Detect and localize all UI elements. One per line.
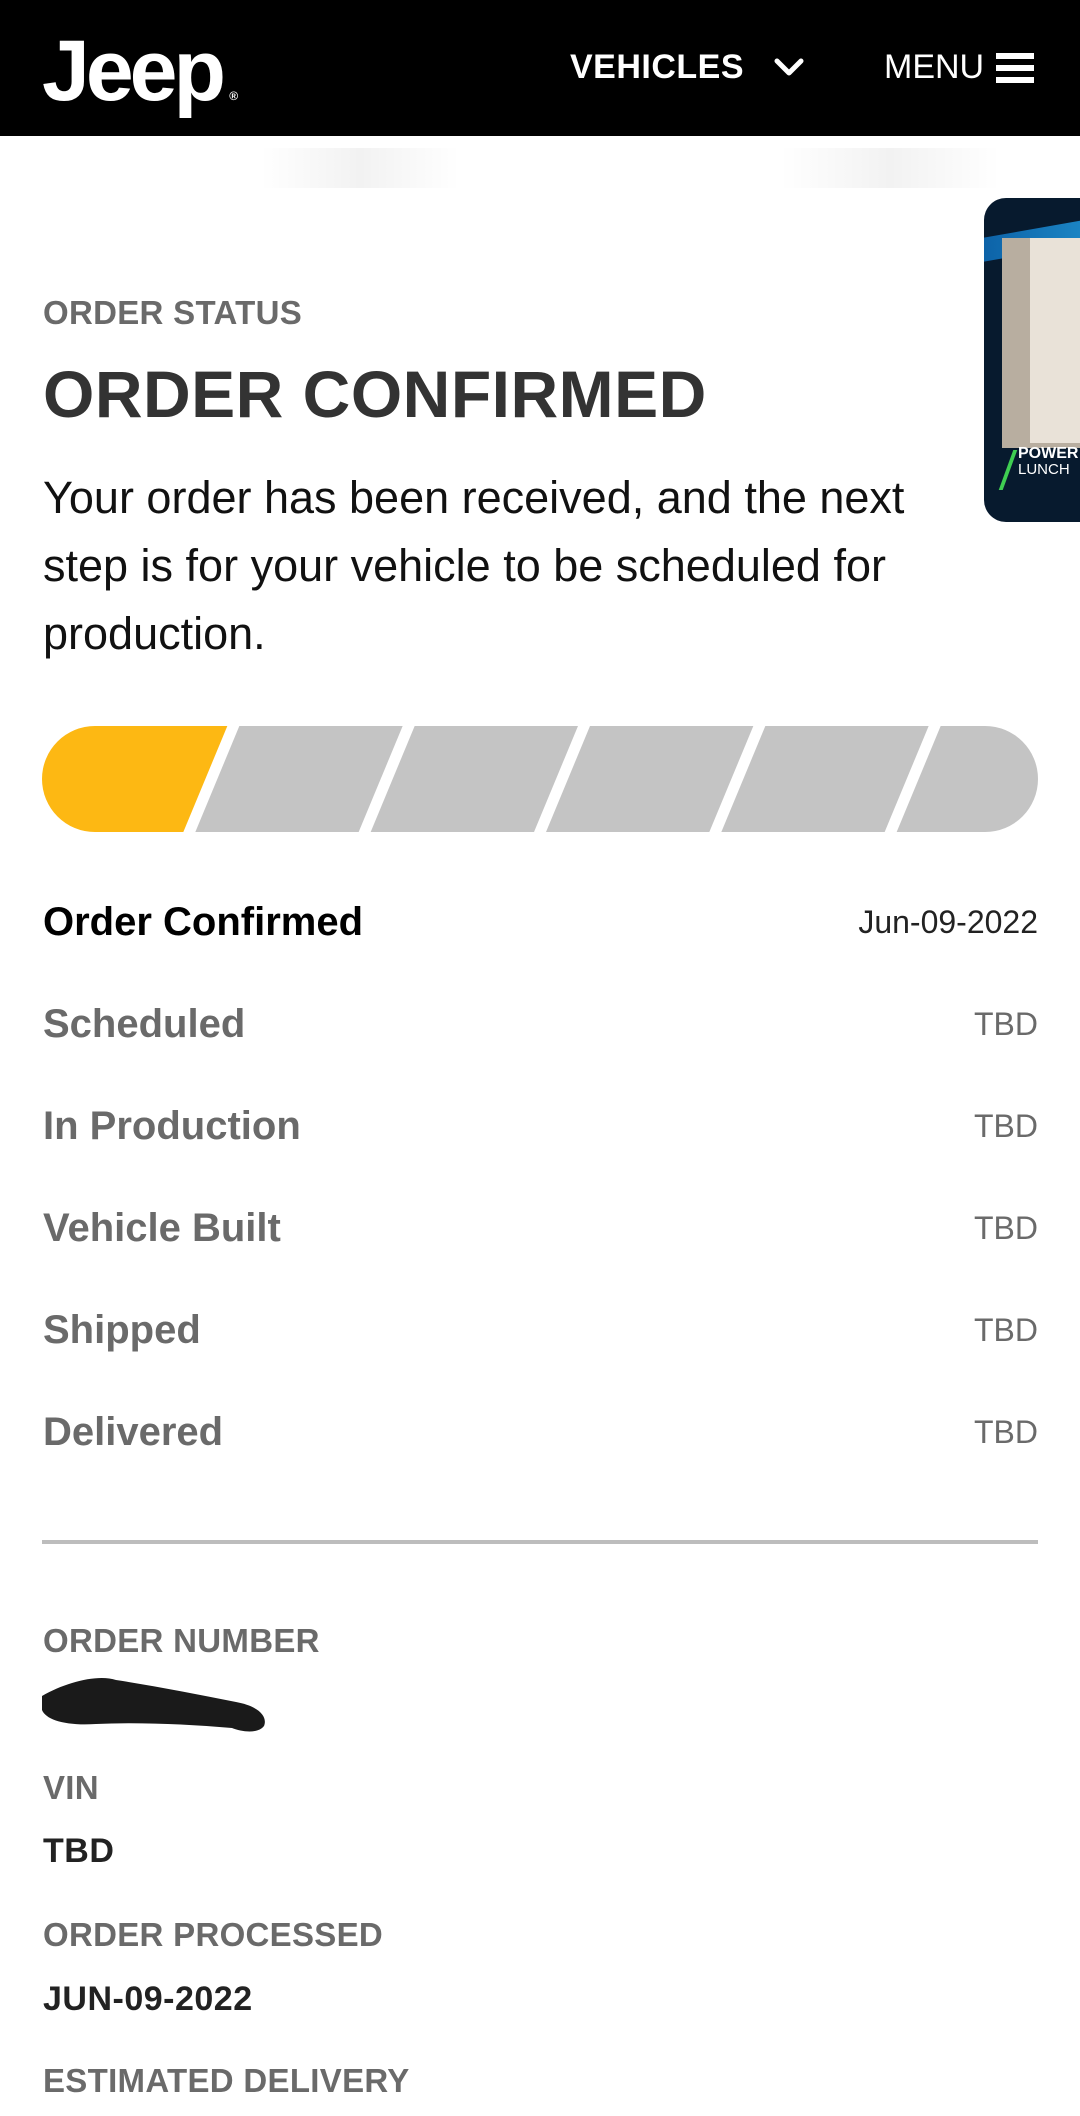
status-row: Shipped TBD xyxy=(43,1300,1038,1360)
section-divider xyxy=(42,1540,1038,1544)
top-nav-bar: Jeep ® VEHICLES MENU xyxy=(0,0,1080,136)
faint-background-artifact xyxy=(780,148,1000,188)
jeep-logo[interactable]: Jeep ® xyxy=(42,22,238,121)
status-step-name: Vehicle Built xyxy=(43,1205,281,1250)
picture-in-picture-video[interactable]: POWER LUNCH xyxy=(984,198,1080,522)
progress-segment-pending xyxy=(546,726,754,832)
status-row: Delivered TBD xyxy=(43,1402,1038,1462)
faint-background-artifact xyxy=(260,148,460,188)
progress-segment-complete xyxy=(42,726,228,832)
menu-label: MENU xyxy=(884,48,985,86)
status-step-date: TBD xyxy=(974,1413,1038,1450)
registered-mark: ® xyxy=(229,89,238,103)
main-menu-button[interactable]: MENU xyxy=(884,48,1035,87)
status-step-date: TBD xyxy=(974,1311,1038,1348)
status-step-name: Delivered xyxy=(43,1409,224,1454)
order-status-label: ORDER STATUS xyxy=(43,294,303,331)
chevron-down-icon xyxy=(774,58,804,75)
status-row: Scheduled TBD xyxy=(43,994,1038,1054)
status-step-name: In Production xyxy=(43,1103,301,1148)
logo-text: Jeep xyxy=(42,23,226,119)
status-step-name: Shipped xyxy=(43,1307,201,1352)
status-step-name: Scheduled xyxy=(43,1001,246,1046)
status-row: Vehicle Built TBD xyxy=(43,1198,1038,1258)
badge-line-1: POWER xyxy=(1018,445,1079,462)
progress-segment-pending xyxy=(370,726,578,832)
hamburger-icon xyxy=(996,52,1035,83)
estimated-delivery-label: ESTIMATED DELIVERY xyxy=(43,2062,410,2099)
status-step-date: Jun-09-2022 xyxy=(858,903,1038,940)
order-number-label: ORDER NUMBER xyxy=(43,1622,320,1659)
status-step-date: TBD xyxy=(974,1005,1038,1042)
vehicles-menu-button[interactable]: VEHICLES xyxy=(570,48,804,87)
video-graphic-accent xyxy=(998,450,1018,490)
status-row: Order Confirmed Jun-09-2022 xyxy=(43,892,1038,952)
status-row: In Production TBD xyxy=(43,1096,1038,1156)
status-step-date: TBD xyxy=(974,1107,1038,1144)
power-lunch-badge: POWER LUNCH xyxy=(1018,446,1078,478)
order-status-title: ORDER CONFIRMED xyxy=(43,357,707,431)
vin-value: TBD xyxy=(43,1832,115,1870)
order-processed-value: JUN-09-2022 xyxy=(43,1980,253,2018)
status-step-date: TBD xyxy=(974,1209,1038,1246)
order-progress-bar xyxy=(42,726,1038,832)
vin-label: VIN xyxy=(43,1769,99,1806)
order-processed-label: ORDER PROCESSED xyxy=(43,1916,384,1953)
order-status-description: Your order has been received, and the ne… xyxy=(43,472,905,659)
badge-line-2: LUNCH xyxy=(1018,461,1070,478)
progress-segment-pending xyxy=(721,726,929,832)
video-frame-highlight xyxy=(1030,238,1080,443)
redacted-order-number xyxy=(42,1677,265,1732)
progress-segment-pending xyxy=(195,726,403,832)
status-step-name: Order Confirmed xyxy=(43,899,364,944)
vehicles-label: VEHICLES xyxy=(570,48,745,86)
